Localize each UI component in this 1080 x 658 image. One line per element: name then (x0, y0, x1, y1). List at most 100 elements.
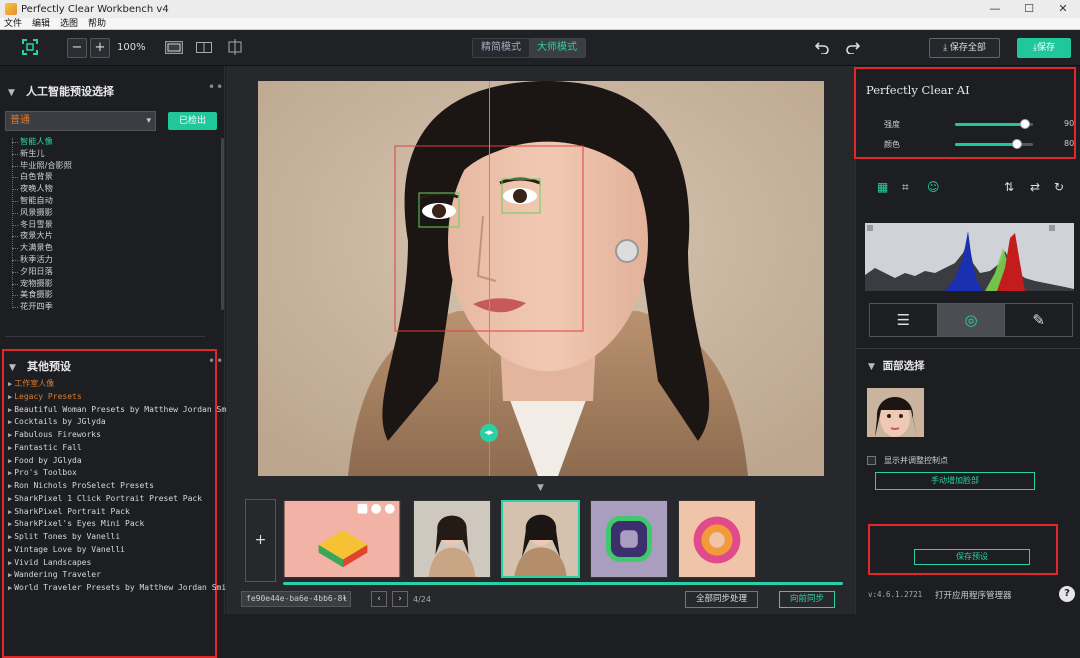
save-preset-button[interactable]: 保存预设 (914, 549, 1030, 565)
face-thumbnail[interactable] (867, 388, 924, 437)
checkbox-icon[interactable] (867, 456, 876, 465)
mode-simple-tab[interactable]: 精简模式 (473, 39, 529, 57)
file-dropdown[interactable]: fe90e44e-ba6e-4bb6-8l ▾ (241, 591, 351, 607)
help-icon[interactable]: ? (1059, 586, 1075, 602)
thumbnail-5[interactable] (678, 500, 756, 578)
face-selection-header[interactable]: ▼ 面部选择 (868, 358, 925, 373)
other-preset-item[interactable]: ▶ Wandering Traveler (8, 569, 241, 582)
thumbnail-4[interactable] (590, 500, 668, 578)
other-preset-item[interactable]: ▶ Beautiful Woman Presets by Matthew Jord… (8, 404, 241, 417)
preset-tree-item[interactable]: 宠物摄影 (10, 278, 215, 290)
flip-horizontal-icon[interactable]: ⇄ (1030, 180, 1040, 194)
style-tab-icon[interactable]: ✎ (1005, 304, 1072, 336)
other-preset-label: Cocktails by JGlyda (14, 417, 106, 427)
preset-tree-item[interactable]: 智能人像 (10, 136, 215, 148)
compare-view-icon[interactable] (227, 39, 243, 55)
add-image-button[interactable]: + (245, 499, 276, 582)
other-preset-item[interactable]: ▶ World Traveler Presets by Matthew Jorda… (8, 582, 241, 595)
other-preset-item[interactable]: ▶ Food by JGlyda (8, 455, 241, 468)
next-image-button[interactable]: › (392, 591, 408, 607)
other-preset-item[interactable]: ▶ Vintage Love by Vanelli (8, 544, 241, 557)
flip-vertical-icon[interactable]: ⇅ (1004, 180, 1014, 194)
other-preset-label: Vivid Landscapes (14, 557, 92, 567)
save-button[interactable]: ⤓保存 (1017, 38, 1071, 58)
preset-tree-item[interactable]: 美食摄影 (10, 289, 215, 301)
mode-master-tab[interactable]: 大师模式 (529, 39, 585, 57)
menu-edit[interactable]: 编辑 (28, 18, 56, 30)
other-preset-item[interactable]: ▶ Cocktails by JGlyda (8, 416, 241, 429)
open-app-manager-link[interactable]: 打开应用程序管理器 (935, 589, 1012, 601)
preset-tree-item[interactable]: 夕阳日落 (10, 266, 215, 278)
prev-image-button[interactable]: ‹ (371, 591, 387, 607)
other-preset-item[interactable]: ▶ 工作室人像 (8, 378, 241, 391)
menu-help[interactable]: 帮助 (84, 18, 112, 30)
preset-tree-item[interactable]: 智能自动 (10, 195, 215, 207)
menu-select[interactable]: 选图 (56, 18, 84, 30)
sync-all-button[interactable]: 全部同步处理 (685, 591, 758, 608)
split-view-icon[interactable] (196, 42, 212, 53)
preset-tree-item[interactable]: 新生儿 (10, 148, 215, 160)
single-view-icon[interactable] (165, 41, 183, 54)
portrait-photo[interactable] (258, 81, 824, 476)
thumbnail-3[interactable] (501, 500, 580, 578)
save-all-label: 保存全部 (949, 43, 986, 53)
preset-tree-item[interactable]: 花开四季 (10, 301, 215, 313)
other-preset-item[interactable]: ▶ SharkPixel 1 Click Portrait Preset Pack (8, 493, 241, 506)
menu-file[interactable]: 文件 (0, 18, 28, 30)
other-preset-item[interactable]: ▶ Legacy Presets (8, 391, 241, 404)
sliders-tab-icon[interactable]: ☰ (870, 304, 938, 336)
redo-icon[interactable] (846, 40, 860, 54)
preset-tree-item[interactable]: 夜晚人物 (10, 183, 215, 195)
loaded-button[interactable]: 已检出 (168, 112, 217, 130)
preset-tree-item[interactable]: 夜景大片 (10, 230, 215, 242)
zoom-out-button[interactable]: − (67, 38, 87, 58)
grid-icon[interactable]: ▦ (877, 180, 888, 194)
other-preset-item[interactable]: ▶ Pro's Toolbox (8, 467, 241, 480)
preset-tree-item[interactable]: 秋季活力 (10, 254, 215, 266)
thumbnail-1[interactable] (283, 500, 401, 578)
preset-tree-item[interactable]: 白色背景 (10, 171, 215, 183)
preset-dropdown[interactable]: 普通 (5, 111, 156, 131)
slider-knob[interactable] (1012, 139, 1023, 149)
preset-tree-item[interactable]: 冬日雪景 (10, 219, 215, 231)
other-preset-item[interactable]: ▶ Split Tones by Vanelli (8, 531, 241, 544)
preset-tree-item[interactable]: 风景摄影 (10, 207, 215, 219)
preset-tree-item[interactable]: 毕业照/合影照 (10, 160, 215, 172)
split-divider[interactable] (489, 81, 490, 476)
crop-frame-icon[interactable] (22, 39, 38, 55)
add-face-button[interactable]: 手动增加脸部 (875, 472, 1035, 490)
filmstrip-scrollbar[interactable] (283, 582, 843, 585)
crop-icon[interactable]: ⌗ (902, 180, 909, 195)
face-icon[interactable]: ☺ (927, 180, 940, 194)
ai-panel-title: Perfectly Clear AI (866, 83, 970, 97)
maximize-button[interactable]: ☐ (1012, 0, 1046, 18)
filmstrip-toggle-icon[interactable]: ▼ (537, 483, 544, 493)
slider-knob[interactable] (1020, 119, 1031, 129)
other-preset-item[interactable]: ▶ Ron Nichols ProSelect Presets (8, 480, 241, 493)
thumbnail-2[interactable] (413, 500, 491, 578)
expand-triangle-icon: ▶ (8, 405, 13, 414)
minimize-button[interactable]: — (978, 0, 1012, 18)
show-points-checkbox[interactable]: 显示并调整控制点 (867, 455, 948, 466)
zoom-in-button[interactable]: + (90, 38, 110, 58)
face-retouch-tab-icon[interactable]: ◎ (937, 304, 1006, 336)
split-handle-icon[interactable]: ◂▸ (480, 424, 498, 442)
rotate-icon[interactable]: ↻ (1054, 180, 1064, 194)
preset-scrollbar[interactable] (221, 138, 224, 310)
other-preset-label: Pro's Toolbox (14, 468, 77, 478)
other-presets-header[interactable]: ▼ 其他预设 (9, 355, 71, 374)
sync-forward-button[interactable]: 向前同步 (779, 591, 835, 608)
other-preset-item[interactable]: ▶ SharkPixel's Eyes Mini Pack (8, 518, 241, 531)
ai-presets-header[interactable]: ▼ 人工智能预设选择 (8, 80, 114, 99)
other-preset-item[interactable]: ▶ Fabulous Fireworks (8, 429, 241, 442)
close-button[interactable]: ✕ (1046, 0, 1080, 18)
preset-tree-item[interactable]: 大满景色 (10, 242, 215, 254)
other-preset-item[interactable]: ▶ Vivid Landscapes (8, 557, 241, 570)
save-all-button[interactable]: ⤓ 保存全部 (929, 38, 1000, 58)
other-preset-item[interactable]: ▶ SharkPixel Portrait Pack (8, 506, 241, 519)
chevron-down-icon: ▾ (342, 594, 347, 603)
undo-icon[interactable] (815, 40, 829, 54)
expand-triangle-icon: ▶ (8, 456, 13, 465)
other-preset-label: SharkPixel's Eyes Mini Pack (14, 519, 145, 529)
other-preset-item[interactable]: ▶ Fantastic Fall (8, 442, 241, 455)
